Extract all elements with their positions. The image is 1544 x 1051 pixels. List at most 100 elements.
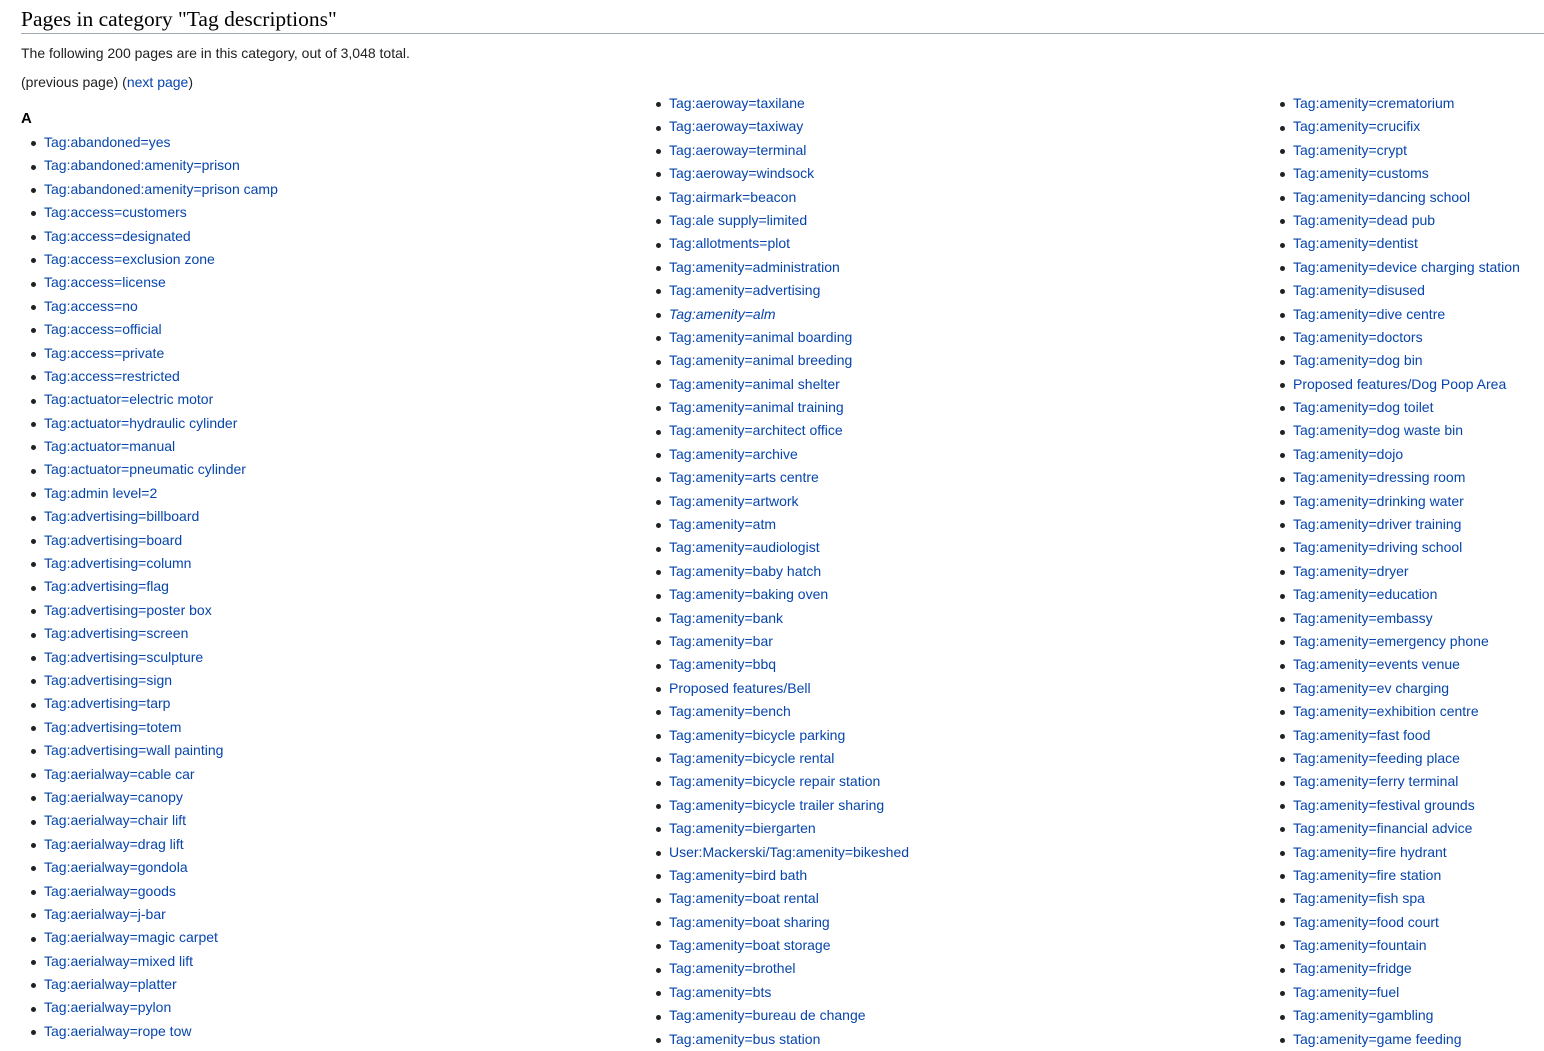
category-page-link[interactable]: Tag:access=customers: [44, 204, 187, 220]
category-page-link[interactable]: Tag:advertising=column: [44, 555, 191, 571]
category-page-link[interactable]: Tag:abandoned=yes: [44, 134, 171, 150]
category-page-link[interactable]: Tag:amenity=bank: [669, 610, 783, 626]
category-page-link[interactable]: Tag:abandoned:amenity=prison: [44, 157, 240, 173]
category-page-link[interactable]: Tag:allotments=plot: [669, 235, 790, 251]
category-page-link[interactable]: Tag:amenity=education: [1293, 586, 1437, 602]
category-page-link[interactable]: Tag:amenity=ev charging: [1293, 680, 1449, 696]
category-page-link[interactable]: Tag:amenity=dancing school: [1293, 189, 1470, 205]
category-page-link[interactable]: Tag:amenity=boat sharing: [669, 914, 830, 930]
category-page-link[interactable]: Tag:amenity=boat rental: [669, 890, 819, 906]
category-page-link[interactable]: Tag:access=license: [44, 274, 166, 290]
category-page-link[interactable]: Tag:amenity=food court: [1293, 914, 1439, 930]
category-page-link[interactable]: Tag:advertising=sculpture: [44, 649, 203, 665]
next-page-link[interactable]: next page: [127, 74, 189, 90]
category-page-link[interactable]: Tag:amenity=atm: [669, 516, 776, 532]
category-page-link[interactable]: Tag:amenity=game feeding: [1293, 1031, 1462, 1047]
category-page-link[interactable]: Tag:actuator=hydraulic cylinder: [44, 415, 237, 431]
category-page-link[interactable]: Tag:access=private: [44, 345, 164, 361]
category-page-link[interactable]: Tag:aeroway=windsock: [669, 165, 814, 181]
category-page-link[interactable]: Tag:aerialway=cable car: [44, 766, 195, 782]
category-page-link[interactable]: Tag:aerialway=mixed lift: [44, 953, 193, 969]
category-page-link[interactable]: Tag:amenity=artwork: [669, 493, 799, 509]
category-page-link[interactable]: Tag:advertising=sign: [44, 672, 172, 688]
category-page-link[interactable]: Tag:amenity=doctors: [1293, 329, 1423, 345]
category-page-link[interactable]: Tag:amenity=bicycle parking: [669, 727, 845, 743]
category-page-link[interactable]: Tag:actuator=manual: [44, 438, 175, 454]
category-page-link[interactable]: Tag:amenity=animal breeding: [669, 352, 852, 368]
category-page-link[interactable]: Tag:access=official: [44, 321, 162, 337]
category-page-link[interactable]: Tag:aerialway=gondola: [44, 859, 188, 875]
category-page-link[interactable]: Tag:amenity=fast food: [1293, 727, 1430, 743]
category-page-link[interactable]: Tag:amenity=bureau de change: [669, 1007, 866, 1023]
category-page-link[interactable]: Tag:amenity=archive: [669, 446, 798, 462]
category-page-link[interactable]: Tag:amenity=crematorium: [1293, 95, 1454, 111]
category-page-link[interactable]: Tag:aerialway=magic carpet: [44, 929, 218, 945]
category-page-link[interactable]: Tag:aerialway=platter: [44, 976, 177, 992]
category-page-link[interactable]: Tag:aerialway=canopy: [44, 789, 183, 805]
category-page-link[interactable]: Tag:amenity=fountain: [1293, 937, 1426, 953]
category-page-link[interactable]: Tag:amenity=architect office: [669, 422, 843, 438]
category-page-link[interactable]: Tag:amenity=financial advice: [1293, 820, 1472, 836]
category-page-link[interactable]: Tag:amenity=audiologist: [669, 539, 820, 555]
category-page-link[interactable]: Tag:aerialway=rope tow: [44, 1023, 191, 1039]
category-page-link[interactable]: Tag:aerialway=goods: [44, 883, 176, 899]
category-page-link[interactable]: Tag:amenity=boat storage: [669, 937, 831, 953]
category-page-link[interactable]: Tag:amenity=animal boarding: [669, 329, 852, 345]
category-page-link[interactable]: Tag:amenity=fire hydrant: [1293, 844, 1447, 860]
category-page-link[interactable]: Tag:amenity=customs: [1293, 165, 1429, 181]
category-page-link[interactable]: Tag:amenity=bus station: [669, 1031, 820, 1047]
category-page-link[interactable]: Tag:amenity=feeding place: [1293, 750, 1460, 766]
category-page-link[interactable]: Tag:amenity=ferry terminal: [1293, 773, 1458, 789]
category-page-link[interactable]: Tag:access=designated: [44, 228, 191, 244]
category-page-link[interactable]: Tag:admin level=2: [44, 485, 157, 501]
category-page-link[interactable]: Tag:amenity=exhibition centre: [1293, 703, 1479, 719]
category-page-link[interactable]: Tag:amenity=bird bath: [669, 867, 807, 883]
category-page-link[interactable]: Tag:amenity=dead pub: [1293, 212, 1435, 228]
category-page-link[interactable]: Tag:amenity=festival grounds: [1293, 797, 1475, 813]
category-page-link[interactable]: Tag:amenity=arts centre: [669, 469, 819, 485]
category-page-link[interactable]: Tag:amenity=baking oven: [669, 586, 828, 602]
category-page-link[interactable]: Tag:amenity=animal training: [669, 399, 844, 415]
category-page-link[interactable]: Tag:aerialway=pylon: [44, 999, 171, 1015]
category-page-link[interactable]: Tag:advertising=wall painting: [44, 742, 223, 758]
category-page-link[interactable]: Tag:amenity=emergency phone: [1293, 633, 1489, 649]
category-page-link[interactable]: Tag:actuator=pneumatic cylinder: [44, 461, 246, 477]
category-page-link[interactable]: Tag:aerialway=j-bar: [44, 906, 166, 922]
category-page-link[interactable]: Tag:amenity=bicycle rental: [669, 750, 834, 766]
category-page-link[interactable]: Tag:amenity=driving school: [1293, 539, 1462, 555]
category-page-link[interactable]: Tag:amenity=dog toilet: [1293, 399, 1433, 415]
category-page-link[interactable]: Proposed features/Bell: [669, 680, 811, 696]
category-page-link[interactable]: Tag:amenity=crypt: [1293, 142, 1407, 158]
category-page-link[interactable]: Tag:aeroway=taxilane: [669, 95, 805, 111]
category-page-link[interactable]: Tag:amenity=dog waste bin: [1293, 422, 1463, 438]
category-page-link[interactable]: Tag:aeroway=taxiway: [669, 118, 803, 134]
category-page-link[interactable]: Proposed features/Dog Poop Area: [1293, 376, 1506, 392]
category-page-link[interactable]: Tag:amenity=brothel: [669, 960, 795, 976]
category-page-link[interactable]: Tag:amenity=driver training: [1293, 516, 1461, 532]
category-page-link[interactable]: Tag:amenity=drinking water: [1293, 493, 1464, 509]
category-page-link[interactable]: Tag:advertising=poster box: [44, 602, 212, 618]
category-page-link[interactable]: Tag:amenity=fridge: [1293, 960, 1412, 976]
category-page-link[interactable]: Tag:amenity=events venue: [1293, 656, 1460, 672]
category-page-link[interactable]: Tag:amenity=bar: [669, 633, 773, 649]
category-page-link[interactable]: Tag:ale supply=limited: [669, 212, 807, 228]
category-page-link[interactable]: Tag:amenity=dojo: [1293, 446, 1403, 462]
category-page-link[interactable]: Tag:advertising=billboard: [44, 508, 199, 524]
category-page-link[interactable]: Tag:amenity=advertising: [669, 282, 820, 298]
category-page-link[interactable]: Tag:advertising=flag: [44, 578, 169, 594]
category-page-link[interactable]: Tag:amenity=dentist: [1293, 235, 1418, 251]
category-page-link[interactable]: Tag:amenity=dryer: [1293, 563, 1409, 579]
category-page-link[interactable]: Tag:access=no: [44, 298, 138, 314]
category-page-link[interactable]: Tag:amenity=device charging station: [1293, 259, 1520, 275]
category-page-link[interactable]: Tag:amenity=crucifix: [1293, 118, 1420, 134]
category-page-link[interactable]: Tag:access=restricted: [44, 368, 180, 384]
category-page-link[interactable]: Tag:amenity=bicycle repair station: [669, 773, 880, 789]
category-page-link[interactable]: Tag:amenity=bicycle trailer sharing: [669, 797, 884, 813]
category-page-link[interactable]: Tag:amenity=alm: [669, 306, 775, 322]
category-page-link[interactable]: Tag:amenity=bbq: [669, 656, 776, 672]
category-page-link[interactable]: Tag:amenity=embassy: [1293, 610, 1433, 626]
category-page-link[interactable]: Tag:amenity=bench: [669, 703, 791, 719]
category-page-link[interactable]: Tag:advertising=screen: [44, 625, 188, 641]
category-page-link[interactable]: Tag:access=exclusion zone: [44, 251, 215, 267]
category-page-link[interactable]: Tag:amenity=disused: [1293, 282, 1425, 298]
